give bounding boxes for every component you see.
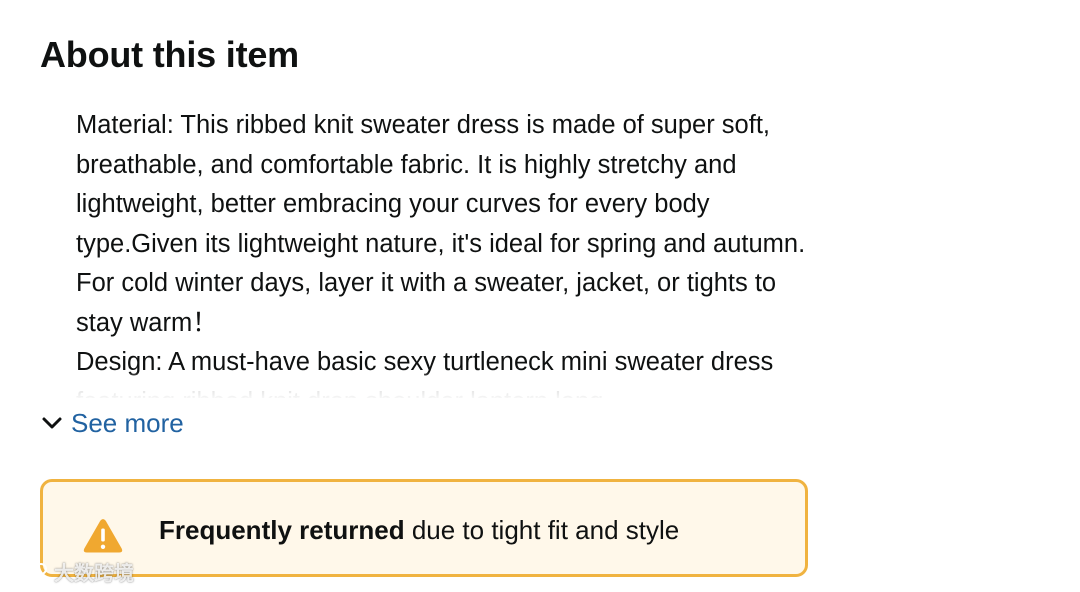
feature-bullet-list: Material: This ribbed knit sweater dress… — [76, 106, 816, 398]
watermark: 大数跨境 — [8, 556, 134, 586]
feature-bullet-material: Material: This ribbed knit sweater dress… — [76, 106, 816, 343]
see-more-link[interactable]: See more — [40, 404, 184, 442]
feature-bullet-design: Design: A must-have basic sexy turtlenec… — [76, 343, 816, 398]
frequently-returned-alert: Frequently returned due to tight fit and… — [40, 479, 808, 577]
warning-icon — [83, 518, 123, 554]
product-details-page: About this item Material: This ribbed kn… — [0, 0, 1080, 592]
alert-message: Frequently returned due to tight fit and… — [159, 512, 679, 548]
see-more-label: See more — [71, 407, 184, 438]
chevron-down-icon — [40, 411, 64, 435]
watermark-logo-icon — [10, 562, 47, 580]
alert-bold-text: Frequently returned — [159, 515, 405, 545]
alert-rest-text: due to tight fit and style — [404, 515, 680, 545]
watermark-text: 大数跨境 — [54, 562, 134, 585]
section-title: About this item — [40, 34, 299, 75]
